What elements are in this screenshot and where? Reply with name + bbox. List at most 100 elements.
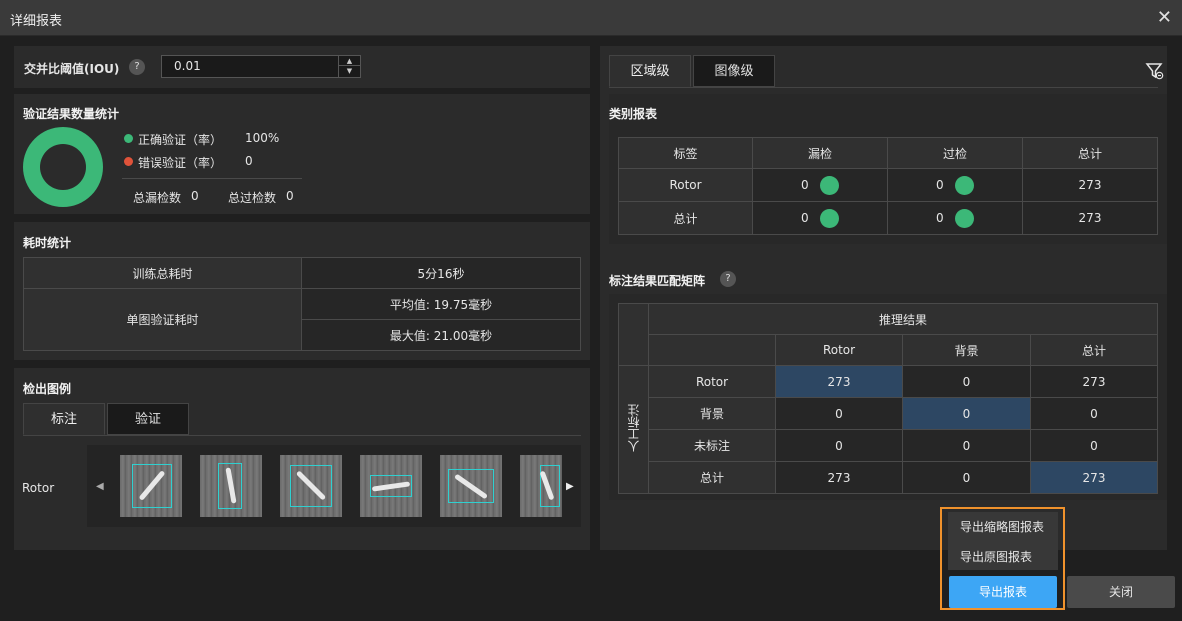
- close-button[interactable]: 关闭: [1067, 576, 1175, 608]
- thumbnail[interactable]: [440, 455, 502, 517]
- matrix-cell: 273: [1030, 461, 1158, 494]
- export-original-item[interactable]: 导出原图报表: [960, 548, 1032, 565]
- over-cell: 0: [887, 201, 1023, 235]
- wrong-value: 0: [245, 154, 253, 168]
- wrong-legend-dot: [124, 157, 133, 166]
- class-report-table: 标签 漏检 过检 总计 Rotor 0 0 273 总计 0 0 273: [618, 137, 1158, 235]
- matrix-top-header: 推理结果: [648, 303, 1158, 335]
- matrix-row-label: Rotor: [648, 365, 776, 398]
- over-count: 0: [935, 210, 944, 225]
- matrix-cell: 0: [902, 365, 1031, 398]
- status-dot: [955, 208, 975, 228]
- thumbnail[interactable]: [360, 455, 422, 517]
- matrix-col-header: Rotor: [775, 334, 903, 366]
- missed-count: 0: [800, 177, 809, 192]
- matrix-row-header-blank: [648, 334, 776, 366]
- missed-label: 总漏检数: [133, 191, 182, 205]
- scroll-left-icon[interactable]: ◀: [96, 481, 104, 492]
- status-dot: [955, 175, 975, 195]
- thumbnail[interactable]: [520, 455, 562, 517]
- stepper-down-icon[interactable]: ▼: [339, 66, 360, 76]
- row-label: Rotor: [618, 168, 753, 202]
- examples-row-label: Rotor: [22, 481, 55, 495]
- tabs-underline: [609, 87, 1158, 88]
- over-label: 总过检数: [228, 191, 277, 205]
- col-header-over: 过检: [887, 137, 1023, 169]
- time-stats-title: 耗时统计: [23, 236, 72, 250]
- iou-input[interactable]: 0.01 ▲ ▼: [161, 55, 361, 78]
- matrix-title: 标注结果匹配矩阵: [609, 274, 706, 288]
- thumbnail[interactable]: [200, 455, 262, 517]
- matrix-cell: 0: [902, 429, 1031, 462]
- tab-verify[interactable]: 验证: [107, 403, 189, 435]
- matrix-corner: [618, 303, 649, 366]
- matrix-row-label: 总计: [648, 461, 776, 494]
- train-value: 5分16秒: [301, 257, 581, 289]
- side-header-text: 人工标注: [627, 404, 641, 452]
- iou-value: 0.01: [174, 59, 201, 73]
- correct-label: 正确验证（率）: [138, 133, 223, 147]
- iou-label: 交并比阈值(IOU): [24, 62, 120, 76]
- matrix-cell: 0: [775, 429, 903, 462]
- correct-value: 100%: [245, 131, 280, 145]
- iou-stepper[interactable]: ▲ ▼: [338, 56, 360, 77]
- thumbnail[interactable]: [120, 455, 182, 517]
- examples-body: [23, 435, 581, 436]
- train-label: 训练总耗时: [23, 257, 302, 289]
- filter-icon[interactable]: [1145, 61, 1165, 81]
- matrix-row-label: 背景: [648, 397, 776, 430]
- correct-legend-dot: [124, 134, 133, 143]
- missed-count: 0: [800, 210, 809, 225]
- missed-cell: 0: [752, 168, 888, 202]
- export-button[interactable]: 导出报表: [949, 576, 1057, 608]
- row-label: 总计: [618, 201, 753, 235]
- tab-annotation[interactable]: 标注: [23, 403, 105, 435]
- matrix-col-header: 背景: [902, 334, 1031, 366]
- verify-stats-title: 验证结果数量统计: [23, 107, 120, 121]
- wrong-label: 错误验证（率）: [138, 156, 223, 170]
- missed-cell: 0: [752, 201, 888, 235]
- total-cell: 273: [1022, 168, 1158, 202]
- export-thumbnail-item[interactable]: 导出缩略图报表: [960, 518, 1044, 535]
- col-header-total: 总计: [1022, 137, 1158, 169]
- tab-image-level[interactable]: 图像级: [693, 55, 775, 87]
- over-value: 0: [286, 189, 294, 203]
- over-count: 0: [935, 177, 944, 192]
- close-icon[interactable]: ✕: [1157, 7, 1172, 28]
- examples-title: 检出图例: [23, 382, 72, 396]
- status-dot: [820, 208, 840, 228]
- stats-divider: [122, 178, 302, 179]
- matrix-cell: 0: [1030, 397, 1158, 430]
- status-dot: [820, 175, 840, 195]
- avg-value: 平均值: 19.75毫秒: [301, 288, 581, 320]
- thumbnail[interactable]: [280, 455, 342, 517]
- matrix-cell: 0: [902, 461, 1031, 494]
- matrix-cell: 0: [775, 397, 903, 430]
- col-header-label: 标签: [618, 137, 753, 169]
- max-value: 最大值: 21.00毫秒: [301, 319, 581, 351]
- result-donut-chart: [23, 127, 103, 207]
- time-stats-table: 训练总耗时 5分16秒 单图验证耗时 平均值: 19.75毫秒 最大值: 21.…: [23, 257, 581, 351]
- over-cell: 0: [887, 168, 1023, 202]
- scroll-right-icon[interactable]: ▶: [566, 481, 574, 492]
- matrix-cell: 273: [775, 365, 903, 398]
- matrix-cell: 273: [775, 461, 903, 494]
- class-report-title: 类别报表: [609, 107, 658, 121]
- matrix-side-header: 人工标注: [618, 365, 649, 494]
- matrix-cell: 0: [902, 397, 1031, 430]
- stepper-up-icon[interactable]: ▲: [339, 56, 360, 66]
- title-bar: 详细报表 ✕: [0, 0, 1182, 36]
- help-icon[interactable]: ?: [129, 59, 145, 75]
- tab-region-level[interactable]: 区域级: [609, 55, 691, 87]
- confusion-matrix: 推理结果 Rotor 背景 总计 人工标注 Rotor 273 0 273 背景…: [618, 303, 1158, 494]
- single-label: 单图验证耗时: [23, 288, 302, 351]
- col-header-missed: 漏检: [752, 137, 888, 169]
- window-title: 详细报表: [10, 14, 63, 29]
- total-cell: 273: [1022, 201, 1158, 235]
- matrix-cell: 273: [1030, 365, 1158, 398]
- matrix-cell: 0: [1030, 429, 1158, 462]
- matrix-col-header: 总计: [1030, 334, 1158, 366]
- matrix-row-label: 未标注: [648, 429, 776, 462]
- help-icon[interactable]: ?: [720, 271, 736, 287]
- missed-value: 0: [191, 189, 199, 203]
